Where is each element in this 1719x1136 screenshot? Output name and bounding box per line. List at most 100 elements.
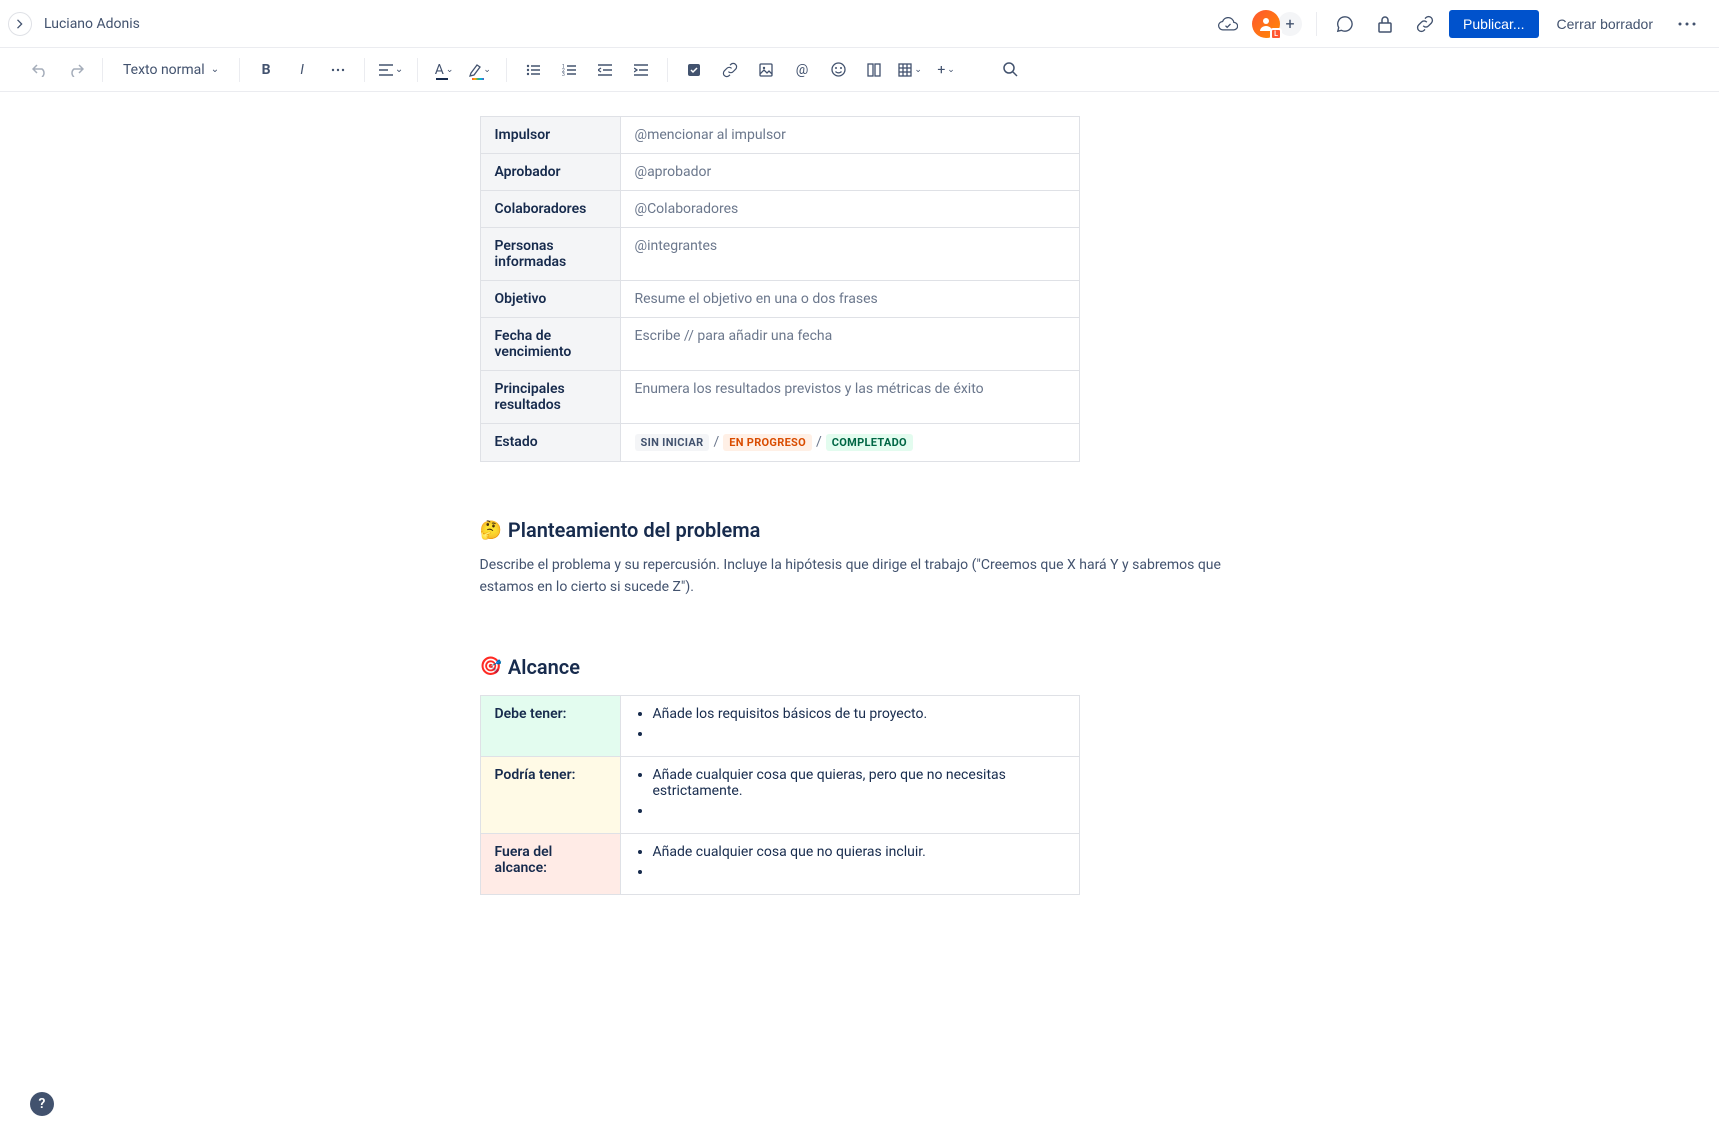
link-icon[interactable] xyxy=(1409,8,1441,40)
emoji-button[interactable] xyxy=(822,54,854,86)
publish-button[interactable]: Publicar... xyxy=(1449,10,1538,38)
bullet-list-button[interactable] xyxy=(517,54,549,86)
more-formatting-button[interactable] xyxy=(322,54,354,86)
scope-value[interactable]: Añade los requisitos básicos de tu proye… xyxy=(620,695,1079,756)
table-row[interactable]: Debe tener: Añade los requisitos básicos … xyxy=(480,695,1079,756)
editor-content[interactable]: Impulsor@mencionar al impulsorAprobador@… xyxy=(480,92,1240,955)
scope-heading[interactable]: 🎯 Alcance xyxy=(480,655,1240,679)
table-row[interactable]: Fuera del alcance: Añade cualquier cosa q… xyxy=(480,833,1079,894)
text-style-label: Texto normal xyxy=(123,62,205,78)
row-value[interactable]: @integrantes xyxy=(620,228,1079,281)
table-button[interactable]: ⌄ xyxy=(894,54,926,86)
table-row[interactable]: Impulsor@mencionar al impulsor xyxy=(480,117,1079,154)
numbered-list-button[interactable]: 123 xyxy=(553,54,585,86)
text-color-button[interactable]: A⌄ xyxy=(428,54,460,86)
separator xyxy=(417,58,418,82)
table-row[interactable]: Principales resultadosEnumera los result… xyxy=(480,371,1079,424)
row-value[interactable]: Escribe // para añadir una fecha xyxy=(620,318,1079,371)
row-value[interactable]: @aprobador xyxy=(620,154,1079,191)
scope-value[interactable]: Añade cualquier cosa que no quieras incl… xyxy=(620,833,1079,894)
user-avatar[interactable]: L xyxy=(1252,10,1280,38)
row-value[interactable]: Enumera los resultados previstos y las m… xyxy=(620,371,1079,424)
thinking-emoji-icon: 🤔 xyxy=(480,520,502,541)
list-item[interactable]: Añade cualquier cosa que quieras, pero q… xyxy=(653,767,1065,799)
list-item[interactable] xyxy=(653,803,1065,819)
table-row[interactable]: ObjetivoResume el objetivo en una o dos … xyxy=(480,281,1079,318)
expand-sidebar-button[interactable] xyxy=(8,12,32,36)
list-item[interactable]: Añade los requisitos básicos de tu proye… xyxy=(653,706,1065,722)
text-style-dropdown[interactable]: Texto normal ⌄ xyxy=(113,58,229,82)
header-left: Luciano Adonis xyxy=(8,12,140,36)
problem-heading[interactable]: 🤔 Planteamiento del problema xyxy=(480,518,1240,542)
layout-button[interactable] xyxy=(858,54,890,86)
separator xyxy=(667,58,668,82)
row-label: Principales resultados xyxy=(480,371,620,424)
breadcrumb[interactable]: Luciano Adonis xyxy=(44,16,140,32)
help-button[interactable]: ? xyxy=(30,1092,54,1116)
table-row[interactable]: Personas informadas@integrantes xyxy=(480,228,1079,281)
row-value[interactable]: @Colaboradores xyxy=(620,191,1079,228)
row-label: Fecha de vencimiento xyxy=(480,318,620,371)
lock-icon[interactable] xyxy=(1369,8,1401,40)
scope-label: Fuera del alcance: xyxy=(480,833,620,894)
avatar-badge: L xyxy=(1270,28,1282,40)
problem-title: Planteamiento del problema xyxy=(508,518,760,542)
target-emoji-icon: 🎯 xyxy=(480,656,502,677)
redo-button[interactable] xyxy=(60,54,92,86)
separator xyxy=(506,58,507,82)
insert-link-button[interactable] xyxy=(714,54,746,86)
separator xyxy=(239,58,240,82)
separator: / xyxy=(713,434,719,450)
italic-button[interactable]: I xyxy=(286,54,318,86)
insert-more-button[interactable]: +⌄ xyxy=(930,54,962,86)
close-draft-button[interactable]: Cerrar borrador xyxy=(1547,10,1663,38)
insert-image-button[interactable] xyxy=(750,54,782,86)
problem-body[interactable]: Describe el problema y su repercusión. I… xyxy=(480,554,1240,599)
editor-toolbar: Texto normal ⌄ B I ⌄ A⌄ ⌄ 123 @ ⌄ +⌄ xyxy=(0,48,1719,92)
action-item-button[interactable] xyxy=(678,54,710,86)
comment-icon[interactable] xyxy=(1329,8,1361,40)
scope-value[interactable]: Añade cualquier cosa que quieras, pero q… xyxy=(620,756,1079,833)
alignment-button[interactable]: ⌄ xyxy=(375,54,407,86)
bold-button[interactable]: B xyxy=(250,54,282,86)
table-row[interactable]: Podría tener:Añade cualquier cosa que qu… xyxy=(480,756,1079,833)
svg-text:3: 3 xyxy=(562,72,565,76)
page-header: Luciano Adonis L + Publicar... Cerrar bo… xyxy=(0,0,1719,48)
row-label: Personas informadas xyxy=(480,228,620,281)
outdent-button[interactable] xyxy=(589,54,621,86)
find-button[interactable] xyxy=(994,54,1026,86)
chevron-down-icon: ⌄ xyxy=(211,64,219,75)
chevron-right-icon xyxy=(15,19,25,29)
separator xyxy=(102,58,103,82)
separator xyxy=(1316,12,1317,36)
list-item[interactable] xyxy=(653,726,1065,742)
info-table[interactable]: Impulsor@mencionar al impulsorAprobador@… xyxy=(480,116,1080,462)
scope-label: Debe tener: xyxy=(480,695,620,756)
row-label: Aprobador xyxy=(480,154,620,191)
table-row[interactable]: Fecha de vencimientoEscribe // para añad… xyxy=(480,318,1079,371)
status-badge[interactable]: EN PROGRESO xyxy=(723,434,812,451)
row-label: Impulsor xyxy=(480,117,620,154)
row-label: Objetivo xyxy=(480,281,620,318)
status-badge[interactable]: COMPLETADO xyxy=(826,434,913,451)
undo-button[interactable] xyxy=(24,54,56,86)
list-item[interactable]: Añade cualquier cosa que no quieras incl… xyxy=(653,844,1065,860)
row-label: Estado xyxy=(480,424,620,462)
mention-button[interactable]: @ xyxy=(786,54,818,86)
saved-icon[interactable] xyxy=(1212,8,1244,40)
status-badge[interactable]: SIN INICIAR xyxy=(635,434,710,451)
more-icon[interactable] xyxy=(1671,8,1703,40)
separator xyxy=(364,58,365,82)
indent-button[interactable] xyxy=(625,54,657,86)
highlight-button[interactable]: ⌄ xyxy=(464,54,496,86)
scope-table[interactable]: Debe tener: Añade los requisitos básicos … xyxy=(480,695,1080,895)
table-row[interactable]: Colaboradores@Colaboradores xyxy=(480,191,1079,228)
list-item[interactable] xyxy=(653,864,1065,880)
row-value[interactable]: SIN INICIAR/EN PROGRESO/COMPLETADO xyxy=(620,424,1079,462)
avatar-group: L + xyxy=(1252,10,1304,38)
table-row[interactable]: Aprobador@aprobador xyxy=(480,154,1079,191)
row-label: Colaboradores xyxy=(480,191,620,228)
row-value[interactable]: Resume el objetivo en una o dos frases xyxy=(620,281,1079,318)
row-value[interactable]: @mencionar al impulsor xyxy=(620,117,1079,154)
table-row[interactable]: EstadoSIN INICIAR/EN PROGRESO/COMPLETADO xyxy=(480,424,1079,462)
